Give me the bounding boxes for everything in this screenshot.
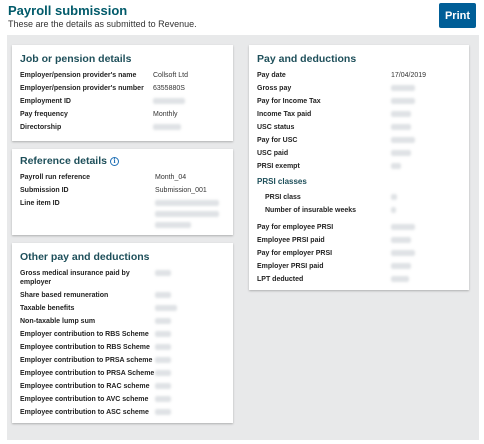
details-panel: Job or pension details Employer/pension …	[7, 35, 479, 440]
redacted-value	[391, 263, 411, 272]
job-details-heading: Job or pension details	[20, 53, 132, 65]
row-label: Gross medical insurance paid by employer	[20, 270, 130, 286]
redacted-value	[153, 98, 185, 107]
job-details-card: Job or pension details Employer/pension …	[12, 45, 233, 141]
row-label: Taxable benefits	[20, 305, 75, 312]
redacted-value	[391, 98, 415, 107]
row-label: Income Tax paid	[257, 111, 312, 118]
row-label: Employee contribution to RAC scheme	[20, 383, 150, 390]
info-icon[interactable]: i	[109, 157, 119, 166]
row-label: Line item ID	[20, 200, 60, 207]
redacted-value	[391, 150, 411, 159]
row-value: Month_04	[155, 174, 187, 181]
redacted-value	[391, 194, 397, 203]
page-title: Payroll submission	[8, 3, 128, 18]
print-button[interactable]: Print	[439, 3, 476, 28]
row-value: Collsoft Ltd	[153, 72, 189, 79]
row-value: 17/04/2019	[391, 72, 427, 79]
row-value: Submission_001	[155, 187, 207, 194]
row-label: Pay for USC	[257, 137, 298, 144]
row-label: Employee contribution to RBS Scheme	[20, 344, 150, 351]
row-label: Share based remuneration	[20, 292, 109, 299]
row-label: Pay for employer PRSI	[257, 250, 333, 257]
other-pay-heading: Other pay and deductions	[20, 251, 150, 263]
redacted-value	[155, 305, 177, 314]
redacted-value	[155, 344, 171, 353]
redacted-value	[153, 124, 181, 133]
row-label: Employer/pension provider's name	[20, 72, 137, 79]
redacted-value	[155, 357, 171, 366]
redacted-value	[155, 292, 171, 301]
row-label: USC status	[257, 124, 295, 131]
row-label: Submission ID	[20, 187, 69, 194]
row-label: Pay frequency	[20, 111, 68, 118]
row-label: Employee contribution to AVC scheme	[20, 396, 149, 403]
redacted-value	[391, 163, 401, 172]
redacted-value	[391, 85, 415, 94]
redacted-value	[391, 224, 415, 233]
reference-details-heading: Reference details i	[20, 155, 119, 167]
redacted-value	[391, 237, 411, 246]
redacted-value	[155, 396, 171, 405]
row-label: Directorship	[20, 124, 62, 131]
redacted-value	[391, 111, 411, 120]
reference-details-card: Reference details i Payroll run reference…	[12, 149, 233, 235]
row-label: PRSI exempt	[257, 163, 300, 170]
redacted-value	[391, 124, 411, 133]
row-label: Employer contribution to PRSA scheme	[20, 357, 153, 364]
pay-deductions-heading: Pay and deductions	[257, 53, 357, 65]
row-label: Employer/pension provider's number	[20, 85, 144, 92]
redacted-value	[155, 318, 171, 327]
redacted-value	[155, 331, 171, 340]
row-label: PRSI class	[265, 194, 301, 201]
row-label: Employer PRSI paid	[257, 263, 324, 270]
row-label: LPT deducted	[257, 276, 304, 283]
redacted-value	[155, 270, 171, 279]
page-subtitle: These are the details as submitted to Re…	[8, 19, 197, 29]
redacted-value	[391, 137, 415, 146]
redacted-value	[155, 200, 225, 231]
row-label: Pay date	[257, 72, 286, 79]
row-label: Employee contribution to PRSA Scheme	[20, 370, 155, 377]
row-label: Employment ID	[20, 98, 71, 105]
redacted-value	[391, 207, 396, 216]
row-label: Employer contribution to RBS Scheme	[20, 331, 149, 338]
row-label: Payroll run reference	[20, 174, 91, 181]
redacted-value	[155, 370, 171, 379]
row-label: Employee PRSI paid	[257, 237, 325, 244]
redacted-value	[391, 250, 415, 259]
row-value: Monthly	[153, 111, 178, 118]
row-value: 6355880S	[153, 85, 185, 92]
redacted-value	[155, 383, 171, 392]
row-label: Pay for employee PRSI	[257, 224, 334, 231]
row-label: Employee contribution to ASC scheme	[20, 409, 149, 416]
row-label: Gross pay	[257, 85, 292, 92]
row-label: Pay for Income Tax	[257, 98, 321, 105]
redacted-value	[391, 276, 409, 285]
row-label: USC paid	[257, 150, 289, 157]
other-pay-card: Other pay and deductions Gross medical i…	[12, 243, 233, 423]
pay-deductions-card: Pay and deductions Pay date 17/04/2019 G…	[249, 45, 469, 290]
row-label: Non-taxable lump sum	[20, 318, 96, 325]
redacted-value	[155, 409, 171, 418]
prsi-classes-heading: PRSI classes	[257, 177, 307, 186]
row-label: Number of insurable weeks	[265, 207, 357, 214]
